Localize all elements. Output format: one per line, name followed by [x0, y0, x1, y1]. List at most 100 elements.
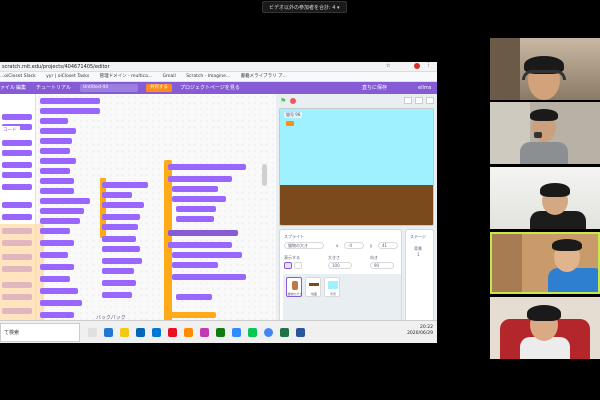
- palette-block[interactable]: [2, 214, 32, 220]
- palette-block[interactable]: [2, 172, 32, 178]
- large-stage-icon[interactable]: [415, 97, 423, 104]
- sprite-name-input[interactable]: 猫物の大き: [284, 242, 324, 249]
- code-block[interactable]: [40, 288, 78, 294]
- code-block[interactable]: [172, 196, 226, 202]
- menu-tutorials[interactable]: チュートリアル: [36, 82, 71, 94]
- show-toggle-off[interactable]: [294, 262, 302, 269]
- menu-edit[interactable]: 編集: [16, 82, 26, 94]
- bookmark-item[interactable]: Scratch - Imagine...: [186, 74, 230, 79]
- code-block[interactable]: [40, 252, 68, 258]
- code-block[interactable]: [168, 312, 216, 318]
- size-input[interactable]: 100: [328, 262, 352, 269]
- code-block[interactable]: [40, 198, 90, 204]
- code-area[interactable]: コード: [0, 94, 276, 342]
- small-stage-icon[interactable]: [404, 97, 412, 104]
- code-block[interactable]: [40, 98, 100, 104]
- code-block[interactable]: [40, 276, 70, 282]
- code-block[interactable]: [102, 280, 136, 286]
- code-block[interactable]: [102, 292, 132, 298]
- code-block[interactable]: [40, 218, 80, 224]
- app-icon[interactable]: [216, 328, 225, 337]
- app-icon[interactable]: [184, 328, 193, 337]
- project-title-input[interactable]: Untitled-44: [80, 84, 138, 92]
- user-menu[interactable]: ellms: [418, 82, 431, 94]
- code-block[interactable]: [40, 118, 68, 124]
- palette-block[interactable]: [2, 184, 32, 190]
- code-scrollbar[interactable]: [262, 164, 267, 186]
- url-field[interactable]: scratch.mit.edu/projects/404671405/edito…: [0, 63, 330, 71]
- project-page-button[interactable]: プロジェクトページを見る: [180, 82, 240, 94]
- code-block[interactable]: [40, 178, 74, 184]
- code-block[interactable]: [168, 176, 232, 182]
- app-icon[interactable]: [168, 328, 177, 337]
- avatar[interactable]: [414, 63, 420, 69]
- code-block[interactable]: [172, 252, 242, 258]
- code-block[interactable]: [102, 268, 134, 274]
- participant-video[interactable]: [490, 102, 600, 164]
- star-icon[interactable]: ☆: [386, 63, 390, 69]
- bookmark-item[interactable]: Gmail: [163, 74, 176, 79]
- bookmark-item[interactable]: yyr | oiCloset Tasks: [46, 74, 89, 79]
- participants-banner[interactable]: ビデオ以外の参加者を合計: 4 ▾: [262, 1, 347, 13]
- y-input[interactable]: 41: [378, 242, 398, 249]
- palette-block[interactable]: [2, 114, 32, 120]
- edge-icon[interactable]: [104, 328, 113, 337]
- code-block[interactable]: [40, 158, 76, 164]
- palette-block[interactable]: [2, 140, 32, 146]
- participant-video[interactable]: [490, 297, 600, 359]
- palette-block[interactable]: [2, 162, 32, 168]
- code-block[interactable]: [102, 246, 140, 252]
- code-block[interactable]: [40, 228, 70, 234]
- code-block[interactable]: [172, 186, 218, 192]
- participant-video[interactable]: [490, 167, 600, 229]
- participant-video-active-speaker[interactable]: [490, 232, 600, 294]
- palette-block[interactable]: [2, 150, 32, 156]
- explorer-icon[interactable]: [120, 328, 129, 337]
- code-block[interactable]: [40, 208, 84, 214]
- chrome-icon[interactable]: [264, 328, 273, 337]
- show-toggle-on[interactable]: [284, 262, 292, 269]
- green-flag-icon[interactable]: ⚑: [280, 97, 286, 105]
- code-block[interactable]: [168, 230, 238, 236]
- fullscreen-icon[interactable]: [426, 97, 434, 104]
- code-block[interactable]: [168, 164, 246, 170]
- save-now-button[interactable]: 直ちに保存: [362, 82, 387, 94]
- taskbar-clock[interactable]: 20:22 2020/06/29: [407, 325, 433, 337]
- bookmark-item[interactable]: 管理ドメイン - multica...: [100, 74, 153, 79]
- code-block[interactable]: [172, 262, 218, 268]
- code-block[interactable]: [40, 264, 74, 270]
- code-block[interactable]: [102, 224, 138, 230]
- word-icon[interactable]: [296, 328, 305, 337]
- stage-canvas[interactable]: 猫号 98: [279, 108, 434, 226]
- mail-icon[interactable]: [152, 328, 161, 337]
- menu-file[interactable]: ァイル: [0, 82, 15, 94]
- store-icon[interactable]: [136, 328, 145, 337]
- sprite-thumb[interactable]: 背景: [324, 277, 340, 297]
- code-block[interactable]: [40, 108, 100, 114]
- code-block[interactable]: [102, 202, 144, 208]
- sprite-thumb-selected[interactable]: 猫物の大き: [286, 277, 303, 297]
- code-block[interactable]: [176, 294, 212, 300]
- code-block[interactable]: [40, 188, 74, 194]
- task-view-icon[interactable]: [88, 328, 97, 337]
- palette-block[interactable]: [2, 202, 32, 208]
- code-block[interactable]: [102, 258, 142, 264]
- bookmark-item[interactable]: ...oiCloset Slack: [0, 74, 36, 79]
- code-block[interactable]: [40, 312, 74, 318]
- code-block[interactable]: [102, 214, 140, 220]
- app-icon[interactable]: [200, 328, 209, 337]
- code-block[interactable]: [40, 240, 74, 246]
- code-block[interactable]: [102, 182, 148, 188]
- bookmark-item[interactable]: 書籍メライブラリ ア...: [241, 74, 287, 79]
- menu-icon[interactable]: ⋮: [426, 62, 431, 68]
- code-block[interactable]: [176, 216, 214, 222]
- direction-input[interactable]: 90: [370, 262, 394, 269]
- code-block[interactable]: [102, 192, 132, 198]
- share-button[interactable]: 共有する: [146, 84, 172, 92]
- line-icon[interactable]: [248, 328, 257, 337]
- code-block[interactable]: [40, 138, 72, 144]
- excel-icon[interactable]: [280, 328, 289, 337]
- sprite[interactable]: [286, 121, 294, 126]
- participant-video[interactable]: [490, 38, 600, 100]
- code-block[interactable]: [172, 274, 246, 280]
